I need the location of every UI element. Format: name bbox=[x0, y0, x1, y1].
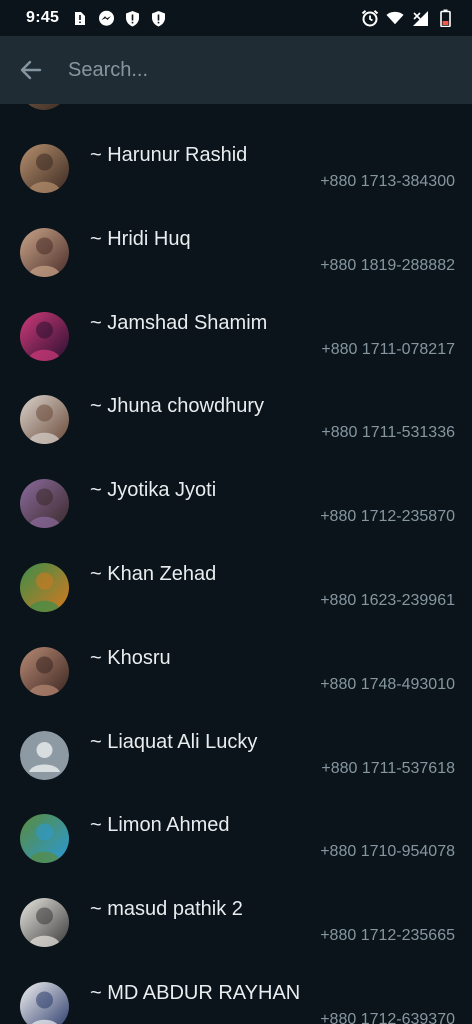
signal-icon bbox=[411, 9, 429, 27]
battery-low-icon bbox=[436, 9, 454, 27]
contact-phone: +880 1712-639370 bbox=[320, 1011, 455, 1024]
contact-name: ~ Limon Ahmed bbox=[90, 814, 230, 837]
sim-alert-icon bbox=[71, 9, 89, 27]
contact-avatar bbox=[20, 227, 69, 277]
contact-avatar bbox=[20, 563, 69, 612]
contact-row[interactable]: ~ Khosru +880 1748-493010 bbox=[0, 607, 472, 696]
shield-alert-icon bbox=[149, 9, 167, 27]
contact-avatar bbox=[20, 479, 69, 529]
system-icons bbox=[361, 9, 454, 27]
contact-avatar bbox=[20, 144, 69, 193]
contact-name: ~ Hridi Huq bbox=[90, 227, 191, 250]
contact-row[interactable]: ~ MD ABDUR RAYHAN +880 1712-639370 bbox=[0, 942, 472, 1024]
back-arrow-icon[interactable] bbox=[0, 36, 62, 104]
contact-avatar bbox=[20, 898, 69, 948]
contact-name: ~ masud pathik 2 bbox=[90, 898, 243, 921]
contact-name: ~ Liaquat Ali Lucky bbox=[90, 730, 258, 753]
search-input[interactable] bbox=[68, 50, 448, 90]
default-avatar-icon bbox=[20, 730, 69, 780]
contact-row[interactable]: ~ Jhuna chowdhury +880 1711-531336 bbox=[0, 355, 472, 445]
contact-name: ~ Jamshad Shamim bbox=[90, 311, 268, 334]
contact-name: ~ Khan Zehad bbox=[90, 563, 217, 585]
contact-list[interactable]: ~ Harunur Rashid +880 1713-384300 ~ Hridi … bbox=[0, 104, 472, 1024]
shield-alert-icon bbox=[123, 9, 141, 27]
contact-row[interactable]: ~ Hridi Huq +880 1819-288882 bbox=[0, 188, 472, 277]
contact-row[interactable]: ~ masud pathik 2 +880 1712-235665 bbox=[0, 858, 472, 948]
contact-name: ~ Khosru bbox=[90, 646, 171, 669]
contact-avatar bbox=[20, 982, 69, 1024]
contact-name: ~ MD ABDUR RAYHAN bbox=[90, 982, 301, 1004]
status-time: 9:45 bbox=[26, 9, 60, 26]
contact-avatar bbox=[20, 311, 69, 361]
contact-row[interactable]: ~ Limon Ahmed +880 1710-954078 bbox=[0, 774, 472, 864]
messenger-icon bbox=[97, 9, 115, 27]
wifi-icon bbox=[386, 9, 404, 27]
contact-avatar bbox=[20, 395, 69, 445]
notification-icons bbox=[71, 9, 167, 27]
contact-row[interactable]: ~ Jamshad Shamim +880 1711-078217 bbox=[0, 272, 472, 361]
contact-name: ~ Jhuna chowdhury bbox=[90, 395, 265, 418]
contact-row[interactable]: ~ Khan Zehad +880 1623-239961 bbox=[0, 523, 472, 612]
status-bar: 9:45 bbox=[0, 0, 472, 36]
contact-avatar bbox=[20, 814, 69, 864]
alarm-icon bbox=[361, 9, 379, 27]
contact-row[interactable]: ~ Jyotika Jyoti +880 1712-235870 bbox=[0, 439, 472, 529]
contact-name: ~ Jyotika Jyoti bbox=[90, 479, 217, 502]
contact-avatar bbox=[20, 646, 69, 696]
search-bar bbox=[0, 36, 472, 104]
contact-name: ~ Harunur Rashid bbox=[90, 144, 248, 166]
contact-row[interactable]: ~ Liaquat Ali Lucky +880 1711-537618 bbox=[0, 691, 472, 780]
contact-row[interactable]: ~ Harunur Rashid +880 1713-384300 bbox=[0, 104, 472, 193]
